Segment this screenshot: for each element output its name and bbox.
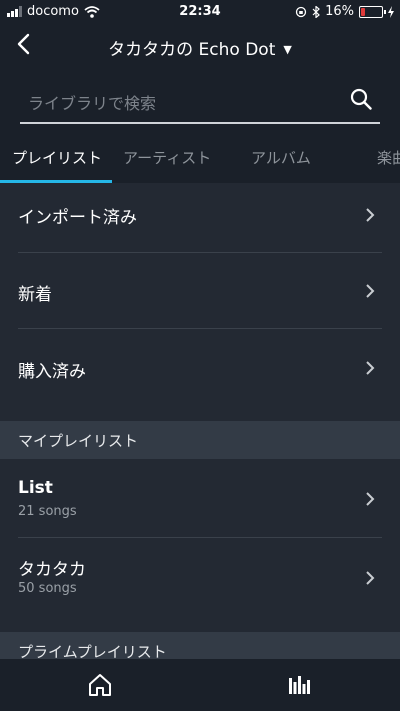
chevron-right-icon [366,492,375,506]
playlist-item-list[interactable]: List 21 songs [0,459,400,537]
list-item-purchased[interactable]: 購入済み [0,329,400,421]
now-playing-equalizer-icon[interactable] [289,676,311,694]
library-tabs: プレイリスト アーティスト アルバム 楽曲 [0,140,400,184]
page-title: タカタカの Echo Dot [108,40,276,60]
battery-percent: 16% [325,4,354,19]
battery-icon [359,5,386,18]
playlist-name: List [18,478,53,498]
tab-albums[interactable]: アルバム [251,147,311,168]
section-title: プライムプレイリスト [18,643,167,659]
list-item-imported[interactable]: インポート済み [0,183,400,252]
bottom-nav [0,659,400,711]
playlist-list: インポート済み 新着 購入済み マイプレイリスト List 21 songs タ… [0,183,400,659]
search-bar [20,82,380,124]
chevron-right-icon [366,284,375,298]
chevron-right-icon [366,571,375,585]
caret-down-icon: ▼ [283,43,292,56]
section-header-prime-playlists: プライムプレイリスト [0,632,400,659]
list-item-new[interactable]: 新着 [0,253,400,328]
chevron-right-icon [366,361,375,375]
device-selector[interactable]: タカタカの Echo Dot ▼ [0,35,400,60]
list-item-label: インポート済み [18,208,137,228]
orientation-lock-icon [295,6,307,17]
search-icon[interactable] [350,88,372,110]
song-count: 50 songs [18,581,77,596]
list-item-label: 新着 [18,285,52,305]
status-bar: docomo 22:34 16% [0,0,400,24]
tab-songs[interactable]: 楽曲 [377,147,400,168]
list-item-label: 購入済み [18,362,86,382]
tab-artists[interactable]: アーティスト [123,147,211,168]
playlist-name: タカタカ [18,560,86,580]
tab-playlists[interactable]: プレイリスト [12,147,102,168]
search-input[interactable] [26,90,330,116]
chevron-right-icon [366,208,375,222]
status-right: 16% [295,4,394,19]
section-header-my-playlists: マイプレイリスト [0,421,400,459]
bluetooth-icon [312,5,320,18]
playlist-item-takataka[interactable]: タカタカ 50 songs [0,538,400,623]
section-title: マイプレイリスト [18,432,139,450]
home-icon[interactable] [87,672,113,698]
charging-icon [388,5,394,18]
song-count: 21 songs [18,504,77,519]
header: タカタカの Echo Dot ▼ [0,24,400,68]
